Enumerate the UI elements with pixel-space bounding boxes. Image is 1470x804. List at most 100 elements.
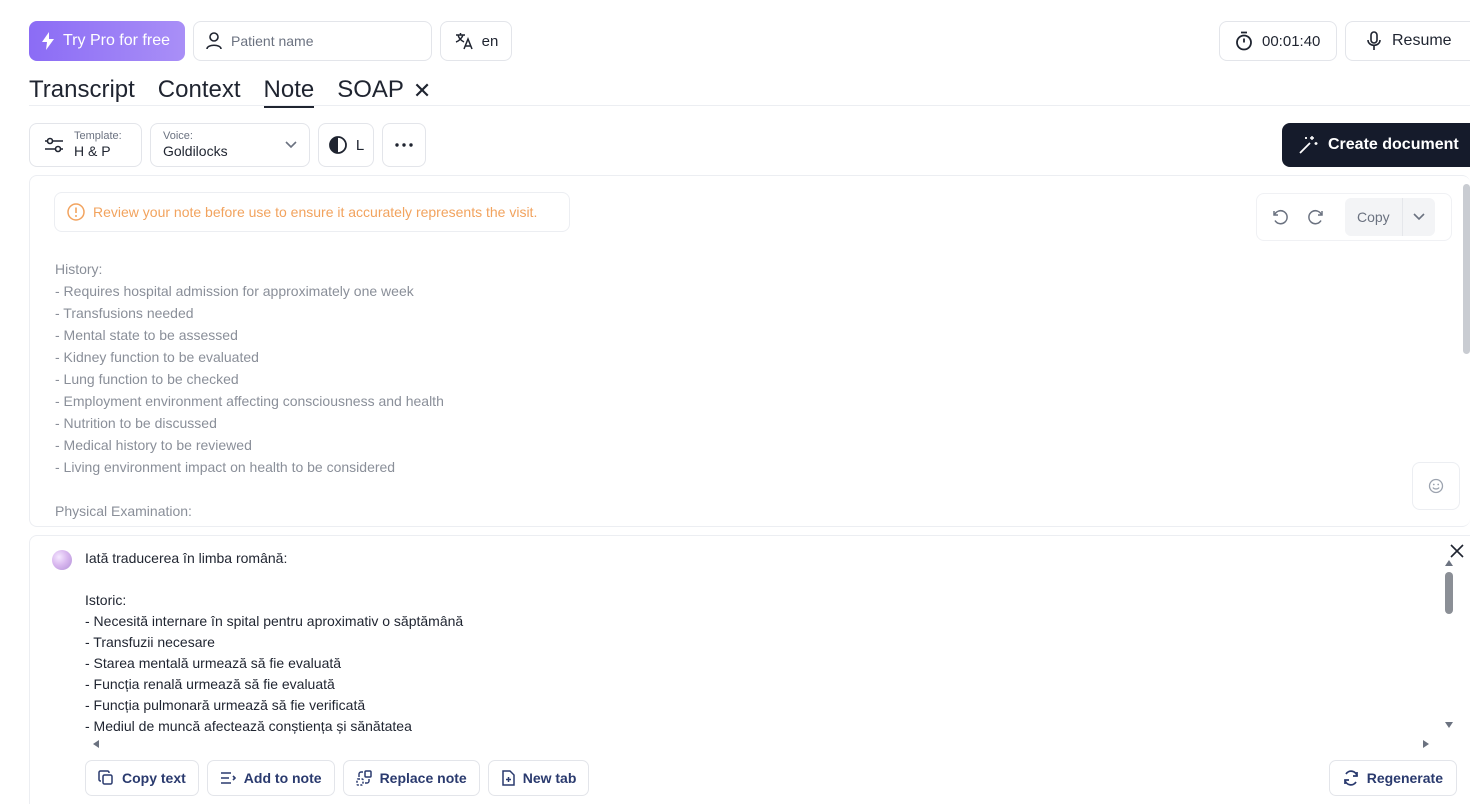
note-line: - Employment environment affecting consc… xyxy=(55,393,444,409)
file-plus-icon xyxy=(501,770,515,786)
microphone-icon xyxy=(1366,31,1382,51)
top-bar: Try Pro for free en 00:01:40 Resume xyxy=(29,21,1470,61)
note-scrollbar-thumb[interactable] xyxy=(1463,184,1470,354)
translation-vertical-scrollbar[interactable] xyxy=(1444,560,1454,728)
patient-name-input[interactable] xyxy=(231,33,411,49)
copy-options-chevron-icon[interactable] xyxy=(1403,213,1435,221)
voice-label: Voice: xyxy=(163,130,193,142)
new-tab-label: New tab xyxy=(522,770,577,786)
more-horizontal-icon xyxy=(395,143,413,147)
resume-button[interactable]: Resume xyxy=(1345,21,1470,61)
translation-line: - Mediul de muncă afectează conștiența ș… xyxy=(85,718,412,734)
chevron-down-icon xyxy=(285,141,297,149)
copy-text-label: Copy text xyxy=(122,770,186,786)
copy-text-button[interactable]: Copy text xyxy=(85,760,199,796)
replace-note-label: Replace note xyxy=(379,770,467,786)
user-icon xyxy=(206,32,222,50)
translation-panel: Iată traducerea în limba română: Istoric… xyxy=(29,535,1470,804)
language-value: en xyxy=(481,32,499,50)
length-selector[interactable]: L xyxy=(318,123,374,167)
create-document-button[interactable]: Create document xyxy=(1282,123,1470,167)
translation-line: - Funcția renală urmează să fie evaluată xyxy=(85,676,335,692)
note-line: - Living environment impact on health to… xyxy=(55,459,396,475)
translation-line: - Transfuzii necesare xyxy=(85,634,215,650)
language-selector[interactable]: en xyxy=(440,21,512,61)
translation-scrollbar-thumb[interactable] xyxy=(1445,572,1453,614)
template-selector[interactable]: Template: H & P xyxy=(29,123,142,167)
note-scrollbar[interactable] xyxy=(1462,184,1470,520)
note-line: History: xyxy=(55,261,103,277)
translation-line: Iată traducerea în limba română: xyxy=(85,550,288,566)
feedback-button[interactable] xyxy=(1412,462,1460,510)
note-line xyxy=(55,478,444,500)
translation-line: Istoric: xyxy=(85,592,127,608)
note-editor[interactable]: Review your note before use to ensure it… xyxy=(29,175,1470,527)
tab-soap[interactable]: SOAP xyxy=(337,76,404,106)
regenerate-label: Regenerate xyxy=(1366,770,1443,786)
copy-icon xyxy=(98,770,114,786)
voice-value: Goldilocks xyxy=(163,143,228,159)
note-line: - Mental state to be assessed xyxy=(55,327,238,343)
note-line: - Medical history to be reviewed xyxy=(55,437,252,453)
magic-wand-icon xyxy=(1298,135,1318,155)
sliders-icon xyxy=(44,137,64,153)
resume-label: Resume xyxy=(1392,32,1452,49)
scroll-right-arrow-icon[interactable] xyxy=(1423,740,1429,748)
length-value: L xyxy=(355,136,365,154)
template-value: H & P xyxy=(74,143,111,159)
lightning-icon xyxy=(41,32,55,50)
close-panel-icon[interactable] xyxy=(1448,542,1466,560)
note-line: - Nutrition to be discussed xyxy=(55,415,217,431)
note-line: - Transfusions needed xyxy=(55,305,194,321)
smiley-icon xyxy=(1428,478,1444,494)
list-add-icon xyxy=(220,771,236,785)
replace-note-button[interactable]: Replace note xyxy=(342,760,480,796)
note-line: Physical Examination: xyxy=(55,503,192,519)
template-label: Template: xyxy=(74,130,122,142)
refresh-icon xyxy=(1343,770,1359,786)
try-pro-label: Try Pro for free xyxy=(63,32,170,49)
alert-circle-icon xyxy=(67,203,85,221)
translation-content: Iată traducerea în limba română: Istoric… xyxy=(85,548,463,737)
patient-name-field[interactable] xyxy=(193,21,432,61)
translate-icon xyxy=(454,31,474,51)
try-pro-button[interactable]: Try Pro for free xyxy=(29,21,185,61)
new-tab-button[interactable]: New tab xyxy=(487,760,590,796)
translation-line: - Necesită internare în spital pentru ap… xyxy=(85,613,464,629)
note-actions: Copy xyxy=(1256,193,1452,241)
copy-split-button: Copy xyxy=(1345,198,1435,236)
scroll-left-arrow-icon[interactable] xyxy=(93,740,99,748)
redo-icon[interactable] xyxy=(1307,208,1325,226)
tab-bar: Transcript Context Note SOAP ✕ xyxy=(29,76,1470,108)
translation-line: - Funcția pulmonară urmează să fie verif… xyxy=(85,697,366,713)
regenerate-button[interactable]: Regenerate xyxy=(1328,760,1457,796)
contrast-icon xyxy=(328,135,348,155)
replace-icon xyxy=(355,770,372,786)
scroll-down-arrow-icon[interactable] xyxy=(1445,722,1453,728)
translation-line xyxy=(85,569,463,590)
tab-transcript[interactable]: Transcript xyxy=(29,76,135,106)
more-options-button[interactable] xyxy=(382,123,426,167)
undo-icon[interactable] xyxy=(1271,208,1289,226)
voice-selector[interactable]: Voice: Goldilocks xyxy=(150,123,310,167)
recording-timer: 00:01:40 xyxy=(1219,21,1337,61)
tab-note[interactable]: Note xyxy=(263,76,314,108)
translation-horizontal-scrollbar[interactable] xyxy=(85,737,1437,751)
add-to-note-button[interactable]: Add to note xyxy=(206,760,335,796)
note-content[interactable]: History: - Requires hospital admission f… xyxy=(55,258,444,522)
add-to-note-label: Add to note xyxy=(243,770,322,786)
translation-line: - Starea mentală urmează să fie evaluată xyxy=(85,655,342,671)
tab-soap-close-icon[interactable]: ✕ xyxy=(413,76,431,105)
create-document-label: Create document xyxy=(1328,136,1459,153)
assistant-avatar xyxy=(52,550,72,570)
tab-context[interactable]: Context xyxy=(158,76,241,106)
stopwatch-icon xyxy=(1235,31,1253,51)
note-line: - Lung function to be checked xyxy=(55,371,239,387)
translation-actions: Copy text Add to note Replace note New t… xyxy=(85,760,590,796)
review-warning-banner: Review your note before use to ensure it… xyxy=(54,192,570,232)
note-toolbar: Template: H & P Voice: Goldilocks L Crea… xyxy=(29,123,1470,167)
note-line: - Kidney function to be evaluated xyxy=(55,349,259,365)
warning-text: Review your note before use to ensure it… xyxy=(93,204,538,220)
scroll-up-arrow-icon[interactable] xyxy=(1445,560,1453,566)
copy-button[interactable]: Copy xyxy=(1345,198,1403,236)
